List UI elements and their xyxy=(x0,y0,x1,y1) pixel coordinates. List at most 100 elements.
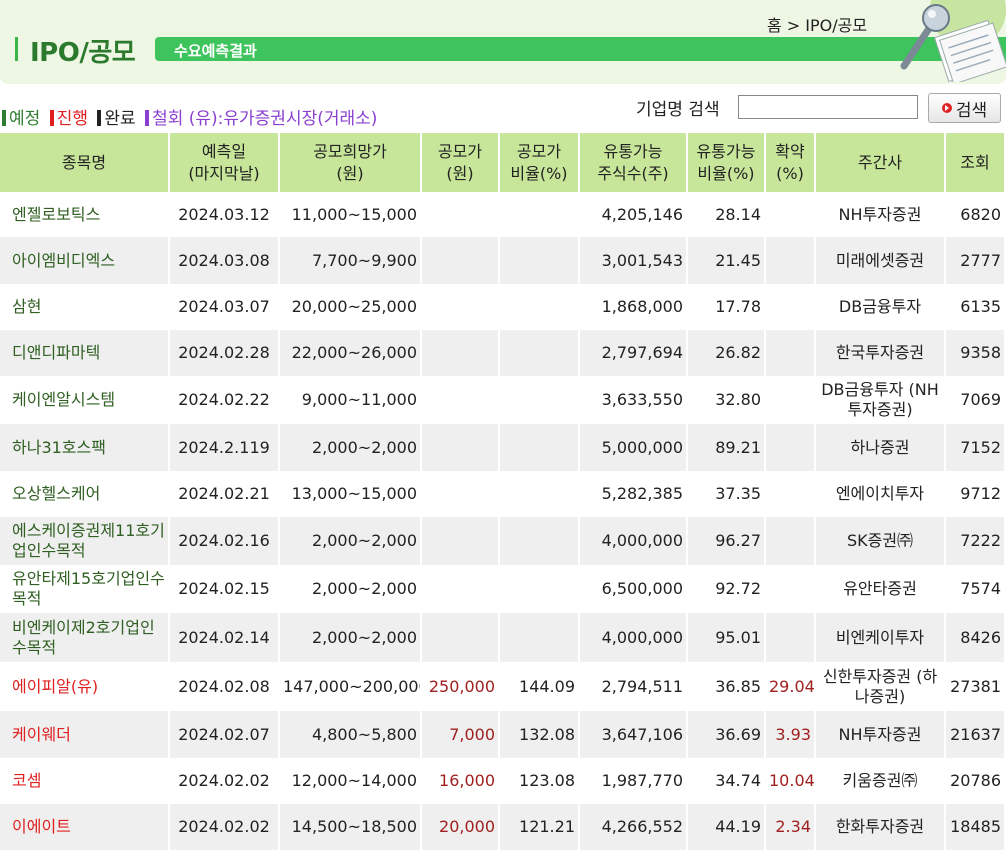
table-row[interactable]: 엔젤로보틱스 2024.03.12 11,000~15,000 4,205,146 28… xyxy=(0,192,1006,237)
forecast-date: 2024.02.15 xyxy=(170,565,280,613)
view-count: 6820 xyxy=(946,192,1006,237)
lockup-ratio xyxy=(766,471,816,517)
lockup-ratio xyxy=(766,376,816,424)
offer-price xyxy=(422,330,500,376)
company-name-link[interactable]: 비엔케이제2호기업인수목적 xyxy=(0,613,170,662)
company-name-link[interactable]: 에이피알(유) xyxy=(0,662,170,711)
company-name-link[interactable]: 케이웨더 xyxy=(0,711,170,758)
company-name-link[interactable]: 이에이트 xyxy=(0,804,170,850)
column-header-text: (원) xyxy=(446,163,474,183)
table-row[interactable]: 디앤디파마텍 2024.02.28 22,000~26,000 2,797,694 26… xyxy=(0,330,1006,376)
column-header-name: 종목명 xyxy=(0,133,170,192)
breadcrumb[interactable]: 홈 > IPO/공모 xyxy=(767,12,867,36)
tradable-ratio: 32.80 xyxy=(688,376,766,424)
table-row[interactable]: 케이웨더 2024.02.07 4,800~5,800 7,000 132.08 3,64… xyxy=(0,711,1006,758)
column-header-text: (%) xyxy=(776,163,804,183)
table-row[interactable]: 이에이트 2024.02.02 14,500~18,500 20,000 121.21 4… xyxy=(0,804,1006,850)
table-row[interactable]: 오상헬스케어 2024.02.21 13,000~15,000 5,282,385 37… xyxy=(0,471,1006,517)
title-accent-bar xyxy=(15,37,18,61)
offer-price xyxy=(422,284,500,330)
table-row[interactable]: 아이엠비디엑스 2024.03.08 7,700~9,900 3,001,543 21.… xyxy=(0,237,1006,284)
company-name-link[interactable]: 코셈 xyxy=(0,758,170,804)
search-button[interactable]: 검색 xyxy=(928,93,1001,123)
underwriter: 키움증권㈜ xyxy=(816,758,946,804)
company-name-link[interactable]: 하나31호스팩 xyxy=(0,424,170,471)
company-name-link[interactable]: 유안타제15호기업인수목적 xyxy=(0,565,170,613)
view-count: 8426 xyxy=(946,613,1006,662)
company-name-link[interactable]: 디앤디파마텍 xyxy=(0,330,170,376)
offer-price-ratio: 123.08 xyxy=(500,758,580,804)
offer-price: 20,000 xyxy=(422,804,500,850)
column-header-text: 조회 xyxy=(960,152,990,172)
company-search-input[interactable] xyxy=(738,95,918,119)
page-header: 홈 > IPO/공모 IPO/공모 수요예측결과 xyxy=(0,0,1006,84)
offer-price-ratio xyxy=(500,613,580,662)
column-header-text: (마지막날) xyxy=(188,163,260,183)
lockup-ratio xyxy=(766,192,816,237)
tradable-shares: 3,633,550 xyxy=(580,376,688,424)
status-legend: 예정 진행 완료 철회 (유):유가증권시장(거래소) xyxy=(2,104,381,129)
table-row[interactable]: 에스케이증권제11호기업인수목적 2024.02.16 2,000~2,000 4,0… xyxy=(0,517,1006,565)
column-header-text: 공모가 xyxy=(516,141,562,161)
company-name-link[interactable]: 아이엠비디엑스 xyxy=(0,237,170,284)
column-header-float: 유통가능 비율(%) xyxy=(688,133,766,192)
legend-planned: 예정 xyxy=(2,109,40,129)
table-row[interactable]: 유안타제15호기업인수목적 2024.02.15 2,000~2,000 6,500,… xyxy=(0,565,1006,613)
legend-ongoing: 진행 xyxy=(49,109,88,129)
view-count: 20786 xyxy=(946,758,1006,804)
table-row[interactable]: 삼현 2024.03.07 20,000~25,000 1,868,000 17.78 D… xyxy=(0,284,1006,330)
company-name-link[interactable]: 삼현 xyxy=(0,284,170,330)
column-header-text: 주식수(주) xyxy=(597,163,669,183)
tradable-ratio: 17.78 xyxy=(688,284,766,330)
tradable-ratio: 28.14 xyxy=(688,192,766,237)
offer-price-ratio xyxy=(500,424,580,471)
view-count: 7069 xyxy=(946,376,1006,424)
column-header-ratio: 공모가 비율(%) xyxy=(500,133,580,192)
withdrawn-marker-icon xyxy=(145,110,150,126)
table-row[interactable]: 비엔케이제2호기업인수목적 2024.02.14 2,000~2,000 4,000,… xyxy=(0,613,1006,662)
offer-price xyxy=(422,613,500,662)
lockup-ratio: 2.34 xyxy=(766,804,816,850)
desired-price-range: 9,000~11,000 xyxy=(280,376,422,424)
column-header-date: 예측일 (마지막날) xyxy=(170,133,280,192)
underwriter: DB금융투자 xyxy=(816,284,946,330)
offer-price xyxy=(422,192,500,237)
column-header-text: 주간사 xyxy=(857,152,903,172)
table-row[interactable]: 코셈 2024.02.02 12,000~14,000 16,000 123.08 1,9… xyxy=(0,758,1006,804)
offer-price: 7,000 xyxy=(422,711,500,758)
column-header-text: 공모가 xyxy=(437,141,483,161)
lockup-ratio: 10.04 xyxy=(766,758,816,804)
table-row[interactable]: 하나31호스팩 2024.2.119 2,000~2,000 5,000,000 89.… xyxy=(0,424,1006,471)
company-name-link[interactable]: 오상헬스케어 xyxy=(0,471,170,517)
underwriter: 신한투자증권 (하나증권) xyxy=(816,662,946,711)
column-header-shares: 유통가능 주식수(주) xyxy=(580,133,688,192)
subtitle-bar xyxy=(155,37,1006,61)
company-name-link[interactable]: 케이엔알시스템 xyxy=(0,376,170,424)
tradable-ratio: 96.27 xyxy=(688,517,766,565)
offer-price xyxy=(422,376,500,424)
offer-price-ratio: 121.21 xyxy=(500,804,580,850)
search-button-label: 검색 xyxy=(955,100,988,121)
lockup-ratio xyxy=(766,237,816,284)
company-name-link[interactable]: 에스케이증권제11호기업인수목적 xyxy=(0,517,170,565)
offer-price-ratio xyxy=(500,376,580,424)
tradable-shares: 4,000,000 xyxy=(580,517,688,565)
forecast-date: 2024.02.16 xyxy=(170,517,280,565)
offer-price-ratio xyxy=(500,192,580,237)
tradable-ratio: 34.74 xyxy=(688,758,766,804)
tradable-ratio: 37.35 xyxy=(688,471,766,517)
column-header-underwriter: 주간사 xyxy=(816,133,946,192)
desired-price-range: 11,000~15,000 xyxy=(280,192,422,237)
lockup-ratio xyxy=(766,424,816,471)
column-header-price: 공모가 (원) xyxy=(422,133,500,192)
table-row[interactable]: 에이피알(유) 2024.02.08 147,000~200,000 250,000 1… xyxy=(0,662,1006,711)
column-header-text: 공모희망가 xyxy=(313,141,387,161)
lockup-ratio: 3.93 xyxy=(766,711,816,758)
view-count: 9358 xyxy=(946,330,1006,376)
view-count: 2777 xyxy=(946,237,1006,284)
ongoing-marker-icon xyxy=(49,110,54,126)
table-row[interactable]: 케이엔알시스템 2024.02.22 9,000~11,000 3,633,550 32… xyxy=(0,376,1006,424)
company-name-link[interactable]: 엔젤로보틱스 xyxy=(0,192,170,237)
demand-forecast-table: 종목명 예측일 (마지막날) 공모희망가 (원) 공모가 (원) 공모가 비율(%) 유통가능 주식… xyxy=(0,133,1006,850)
offer-price: 16,000 xyxy=(422,758,500,804)
